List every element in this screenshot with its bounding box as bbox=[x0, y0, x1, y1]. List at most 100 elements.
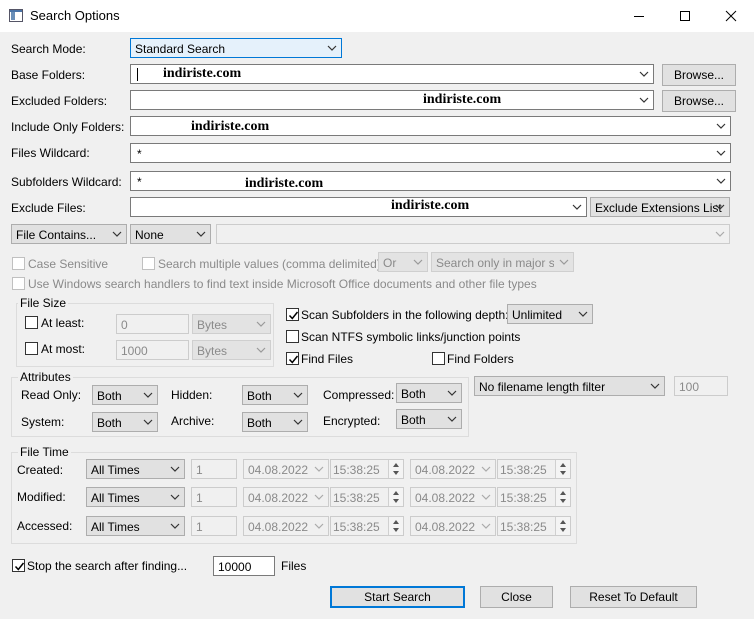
multiple-values-checkbox[interactable] bbox=[142, 257, 155, 270]
chevron-down-icon bbox=[314, 494, 324, 500]
system-select[interactable]: Both bbox=[92, 412, 158, 432]
close-button[interactable]: Close bbox=[480, 586, 553, 608]
stop-search-count-value: 10000 bbox=[218, 560, 252, 574]
filename-length-filter-select[interactable]: No filename length filter bbox=[474, 376, 665, 396]
exclude-files-input[interactable] bbox=[130, 197, 587, 217]
content-search-type-value: File Contains... bbox=[16, 228, 97, 242]
excluded-folders-browse-button[interactable]: Browse... bbox=[662, 90, 736, 112]
modified-date1-value: 04.08.2022 bbox=[248, 491, 309, 505]
content-search-type-select[interactable]: File Contains... bbox=[11, 224, 127, 244]
content-search-text-input[interactable] bbox=[216, 224, 730, 244]
accessed-time2-spinner[interactable] bbox=[555, 517, 570, 535]
close-icon bbox=[725, 10, 737, 22]
modified-date2-picker[interactable]: 04.08.2022 bbox=[410, 487, 496, 507]
scan-ntfs-label: Scan NTFS symbolic links/junction points bbox=[301, 330, 521, 344]
at-least-unit-select[interactable]: Bytes bbox=[192, 314, 271, 334]
at-least-checkbox[interactable] bbox=[25, 316, 38, 329]
accessed-time1-input[interactable]: 15:38:25 bbox=[330, 516, 404, 536]
search-mode-select[interactable]: Standard Search bbox=[130, 38, 342, 58]
created-time2-spinner[interactable] bbox=[555, 460, 570, 478]
window-title: Search Options bbox=[30, 8, 120, 23]
created-time2-input[interactable]: 15:38:25 bbox=[497, 459, 571, 479]
stop-search-checkbox[interactable] bbox=[12, 559, 25, 572]
accessed-time2-input[interactable]: 15:38:25 bbox=[497, 516, 571, 536]
filename-length-input[interactable]: 100 bbox=[674, 376, 728, 396]
stop-search-count-input[interactable]: 10000 bbox=[213, 556, 275, 576]
exclude-extensions-list-select[interactable]: Exclude Extensions List bbox=[590, 197, 730, 217]
chevron-down-icon bbox=[256, 347, 266, 353]
start-search-button[interactable]: Start Search bbox=[330, 586, 465, 608]
at-most-input[interactable]: 1000 bbox=[116, 340, 189, 360]
archive-select[interactable]: Both bbox=[242, 412, 308, 432]
modified-mode-select[interactable]: All Times bbox=[86, 487, 185, 507]
checkmark-icon bbox=[288, 355, 299, 364]
exclude-extensions-list-value: Exclude Extensions List bbox=[595, 201, 722, 215]
chevron-down-icon bbox=[650, 383, 660, 389]
accessed-mode-select[interactable]: All Times bbox=[86, 516, 185, 536]
close-window-button[interactable] bbox=[708, 0, 754, 32]
search-mode-value: Standard Search bbox=[135, 42, 226, 56]
subfolders-wildcard-input[interactable]: * bbox=[130, 171, 731, 191]
created-time2-value: 15:38:25 bbox=[500, 463, 547, 477]
excluded-folders-input[interactable] bbox=[130, 90, 654, 110]
scan-depth-select[interactable]: Unlimited bbox=[507, 304, 593, 324]
subfolders-wildcard-value: * bbox=[137, 175, 142, 189]
case-sensitive-checkbox[interactable] bbox=[12, 257, 25, 270]
stream-select[interactable]: Search only in major stre bbox=[431, 252, 574, 272]
base-folders-browse-button[interactable]: Browse... bbox=[662, 64, 736, 86]
at-most-checkbox[interactable] bbox=[25, 342, 38, 355]
read-only-select[interactable]: Both bbox=[92, 385, 158, 405]
chevron-down-icon bbox=[715, 231, 725, 237]
files-wildcard-input[interactable]: * bbox=[130, 143, 731, 163]
excluded-folders-label: Excluded Folders: bbox=[11, 94, 108, 108]
modified-date1-picker[interactable]: 04.08.2022 bbox=[243, 487, 329, 507]
windows-handlers-checkbox[interactable] bbox=[12, 277, 25, 290]
created-date1-picker[interactable]: 04.08.2022 bbox=[243, 459, 329, 479]
logic-select[interactable]: Or bbox=[378, 252, 428, 272]
scan-subfolders-checkbox[interactable] bbox=[286, 308, 299, 321]
scan-ntfs-checkbox[interactable] bbox=[286, 330, 299, 343]
modified-time2-input[interactable]: 15:38:25 bbox=[497, 487, 571, 507]
maximize-icon bbox=[680, 11, 690, 21]
created-time1-input[interactable]: 15:38:25 bbox=[330, 459, 404, 479]
accessed-mode-value: All Times bbox=[91, 520, 140, 534]
modified-count-input[interactable]: 1 bbox=[191, 487, 237, 507]
created-count-value: 1 bbox=[196, 463, 203, 477]
at-least-input[interactable]: 0 bbox=[116, 314, 189, 334]
created-date2-value: 04.08.2022 bbox=[415, 463, 476, 477]
content-encoding-select[interactable]: None bbox=[130, 224, 211, 244]
modified-time2-value: 15:38:25 bbox=[500, 491, 547, 505]
created-date2-picker[interactable]: 04.08.2022 bbox=[410, 459, 496, 479]
stream-value: Search only in major stre bbox=[436, 256, 554, 270]
created-mode-select[interactable]: All Times bbox=[86, 459, 185, 479]
accessed-count-input[interactable]: 1 bbox=[191, 516, 237, 536]
created-time1-spinner[interactable] bbox=[388, 460, 403, 478]
modified-time1-input[interactable]: 15:38:25 bbox=[330, 487, 404, 507]
find-files-checkbox[interactable] bbox=[286, 352, 299, 365]
reset-to-default-button[interactable]: Reset To Default bbox=[570, 586, 697, 608]
accessed-date1-picker[interactable]: 04.08.2022 bbox=[243, 516, 329, 536]
modified-time1-spinner[interactable] bbox=[388, 488, 403, 506]
find-folders-checkbox[interactable] bbox=[432, 352, 445, 365]
chevron-down-icon bbox=[314, 466, 324, 472]
chevron-down-icon bbox=[715, 204, 725, 210]
find-folders-label: Find Folders bbox=[447, 352, 514, 366]
at-most-label: At most: bbox=[41, 342, 86, 356]
minimize-button[interactable] bbox=[616, 0, 662, 32]
at-most-unit-select[interactable]: Bytes bbox=[192, 340, 271, 360]
maximize-button[interactable] bbox=[662, 0, 708, 32]
chevron-down-icon bbox=[196, 231, 206, 237]
modified-time2-spinner[interactable] bbox=[555, 488, 570, 506]
accessed-time1-spinner[interactable] bbox=[388, 517, 403, 535]
compressed-select[interactable]: Both bbox=[396, 383, 462, 403]
encrypted-select[interactable]: Both bbox=[396, 409, 462, 429]
created-count-input[interactable]: 1 bbox=[191, 459, 237, 479]
include-only-folders-label: Include Only Folders: bbox=[11, 120, 125, 134]
watermark-text: indiriste.com bbox=[245, 176, 324, 191]
checkmark-icon bbox=[288, 311, 299, 320]
created-date1-value: 04.08.2022 bbox=[248, 463, 309, 477]
filename-length-filter-value: No filename length filter bbox=[479, 380, 606, 394]
accessed-date2-picker[interactable]: 04.08.2022 bbox=[410, 516, 496, 536]
hidden-select[interactable]: Both bbox=[242, 385, 308, 405]
scan-subfolders-label: Scan Subfolders in the following depth: bbox=[301, 308, 509, 322]
